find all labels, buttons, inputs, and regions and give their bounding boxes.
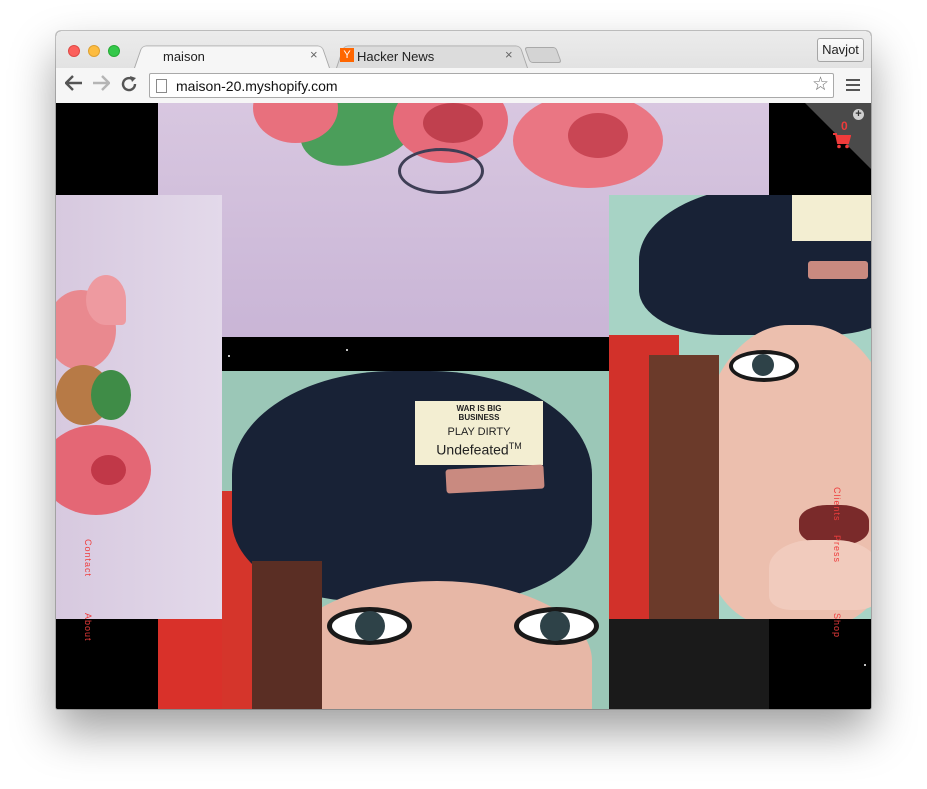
back-arrow-icon[interactable] bbox=[64, 75, 84, 95]
photo-strip-red bbox=[158, 619, 222, 709]
cap-label-line1: WAR IS BIG bbox=[456, 404, 502, 413]
nav-link-contact[interactable]: Contact bbox=[83, 539, 93, 577]
tab-maison[interactable]: maison × bbox=[134, 43, 330, 68]
zoom-window-button[interactable] bbox=[108, 45, 120, 57]
nav-link-shop[interactable]: Shop bbox=[832, 613, 842, 638]
photo-strip-dark bbox=[609, 619, 769, 709]
reload-icon[interactable] bbox=[119, 75, 139, 95]
decor-dot bbox=[864, 664, 866, 666]
browser-chrome: maison × Y Hacker News × Navjot maison-2… bbox=[56, 31, 871, 104]
minimize-window-button[interactable] bbox=[88, 45, 100, 57]
tab-close-icon[interactable]: × bbox=[505, 48, 513, 62]
star-icon[interactable]: ☆ bbox=[812, 75, 829, 95]
cap-label-line4: Undefeated bbox=[436, 441, 509, 458]
tab-strip: maison × Y Hacker News × Navjot bbox=[56, 31, 871, 68]
hacker-news-favicon-icon: Y bbox=[340, 48, 354, 62]
nav-link-press[interactable]: Press bbox=[832, 535, 842, 563]
portrait-photo-center: WAR IS BIG BUSINESS PLAY DIRTY Undefeate… bbox=[222, 371, 609, 709]
tab-close-icon[interactable]: × bbox=[310, 48, 318, 62]
tab-title: maison bbox=[163, 49, 205, 64]
nav-link-about[interactable]: About bbox=[83, 613, 93, 642]
decor-dot bbox=[228, 355, 230, 357]
tab-title: Hacker News bbox=[357, 49, 435, 64]
hamburger-menu-icon[interactable] bbox=[846, 79, 860, 91]
cart-icon[interactable] bbox=[833, 133, 852, 149]
browser-window: maison × Y Hacker News × Navjot maison-2… bbox=[56, 31, 871, 709]
address-bar[interactable]: maison-20.myshopify.com ☆ bbox=[149, 73, 834, 98]
rose-closeup-photo bbox=[56, 195, 222, 619]
profile-button[interactable]: Navjot bbox=[817, 38, 864, 62]
cap-label-line2: BUSINESS bbox=[458, 413, 500, 422]
page-icon bbox=[156, 79, 167, 93]
page-viewport: WAR IS BIG BUSINESS PLAY DIRTY Undefeate… bbox=[56, 103, 871, 709]
new-tab-button[interactable] bbox=[524, 47, 562, 63]
cap-label-line3: PLAY DIRTY bbox=[447, 426, 511, 438]
browser-toolbar: maison-20.myshopify.com ☆ bbox=[56, 68, 871, 103]
nav-link-clients[interactable]: Clients bbox=[832, 487, 842, 522]
decor-dot bbox=[346, 349, 348, 351]
plus-icon[interactable]: + bbox=[853, 109, 864, 120]
tab-hacker-news[interactable]: Y Hacker News × bbox=[336, 43, 528, 68]
cart-count: 0 bbox=[841, 119, 848, 133]
cap-label-tm: TM bbox=[508, 441, 522, 451]
forward-arrow-icon[interactable] bbox=[91, 75, 111, 95]
close-window-button[interactable] bbox=[68, 45, 80, 57]
url-text: maison-20.myshopify.com bbox=[176, 78, 338, 94]
